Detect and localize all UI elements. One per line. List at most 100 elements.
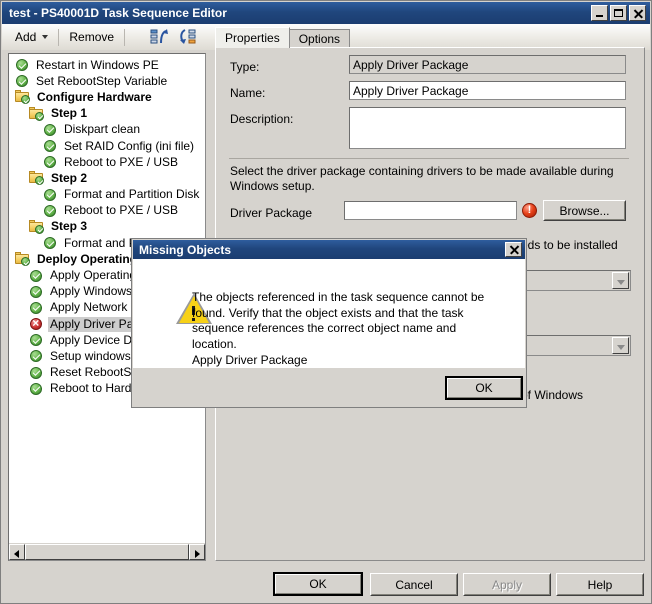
chevron-down-icon[interactable]	[612, 272, 629, 289]
dialog-body: The objects referenced in the task seque…	[133, 259, 525, 368]
window-title: test - PS40001D Task Sequence Editor	[9, 6, 227, 20]
title-bar: test - PS40001D Task Sequence Editor	[2, 2, 650, 24]
check-icon	[43, 188, 58, 202]
tree-item[interactable]: Set RAID Config (ini file)	[13, 138, 205, 154]
tab-strip: Properties Options	[215, 27, 351, 48]
folder-icon	[15, 90, 31, 105]
maximize-button[interactable]	[610, 5, 627, 21]
remove-button-label: Remove	[69, 30, 115, 44]
tree-item-label: Diskpart clean	[64, 122, 141, 137]
ok-button[interactable]: OK	[273, 572, 363, 596]
platform-combo-1[interactable]	[512, 270, 631, 291]
apply-button-label: Apply	[491, 577, 523, 592]
check-icon	[43, 139, 58, 153]
close-button[interactable]	[629, 5, 646, 21]
check-icon	[43, 123, 58, 137]
folder-icon	[29, 106, 45, 121]
tree-item[interactable]: Configure Hardware	[13, 89, 205, 105]
check-icon	[29, 333, 44, 347]
tree-item[interactable]: Diskpart clean	[13, 122, 205, 138]
apply-button: Apply	[463, 573, 551, 596]
scrollbar-track[interactable]	[25, 544, 189, 560]
reorder-group	[150, 28, 197, 46]
dialog-ok-label: OK	[475, 381, 493, 395]
chevron-down-icon	[42, 35, 49, 39]
tab-properties-label: Properties	[225, 31, 280, 45]
check-icon	[43, 204, 58, 218]
check-icon	[29, 382, 44, 396]
scroll-left-arrow-icon[interactable]	[9, 544, 25, 560]
check-icon	[29, 349, 44, 363]
dialog-footer: OK	[133, 368, 525, 406]
remove-button[interactable]: Remove	[63, 27, 120, 47]
check-icon	[15, 58, 30, 72]
tree-item[interactable]: Restart in Windows PE	[13, 57, 205, 73]
occluded-text-installed: eds to be installed	[521, 238, 618, 252]
toolbar-separator-2	[124, 28, 126, 46]
task-sequence-editor-window: test - PS40001D Task Sequence Editor Add…	[0, 0, 652, 604]
tab-options[interactable]: Options	[288, 29, 351, 48]
tree-item-label: Reboot to PXE / USB	[64, 203, 179, 218]
tree-item[interactable]: Format and Partition Disk	[13, 187, 205, 203]
scrollbar-thumb[interactable]	[25, 544, 189, 560]
error-x-icon	[29, 316, 44, 331]
window-controls	[591, 5, 646, 21]
description-field[interactable]	[349, 107, 626, 149]
tab-options-label: Options	[298, 32, 341, 46]
tree-item-label: Set RebootStep Variable	[36, 73, 168, 88]
browse-button[interactable]: Browse...	[543, 200, 626, 221]
move-up-icon[interactable]	[150, 28, 170, 46]
check-icon	[43, 155, 58, 169]
name-field[interactable]	[349, 81, 626, 100]
tree-item[interactable]: Reboot to PXE / USB	[13, 203, 205, 219]
error-icon	[522, 203, 537, 218]
folder-icon	[15, 252, 31, 267]
dialog-close-button[interactable]	[505, 242, 522, 257]
tree-item-label: Restart in Windows PE	[36, 57, 159, 72]
toolbar-separator-1	[58, 28, 60, 46]
dialog-ok-button[interactable]: OK	[445, 376, 523, 400]
name-label: Name:	[230, 86, 266, 100]
dialog-title: Missing Objects	[139, 242, 232, 257]
check-icon	[29, 301, 44, 315]
tree-item[interactable]: Set RebootStep Variable	[13, 73, 205, 89]
move-down-icon[interactable]	[177, 28, 197, 46]
chevron-down-icon[interactable]	[612, 337, 629, 354]
occluded-text-windows: of Windows	[521, 388, 584, 402]
tree-item[interactable]: Reboot to PXE / USB	[13, 154, 205, 170]
tree-item-label: Step 1	[51, 106, 88, 121]
add-button[interactable]: Add	[9, 27, 54, 47]
description-label: Description:	[230, 112, 294, 126]
tree-item[interactable]: Step 2	[13, 170, 205, 186]
tree-item-label: Format and Partition Disk	[64, 187, 200, 202]
browse-button-label: Browse...	[559, 203, 610, 218]
dialog-object-name: Apply Driver Package	[192, 353, 308, 367]
tree-item[interactable]: Step 1	[13, 106, 205, 122]
driver-package-label: Driver Package	[230, 206, 313, 220]
type-label: Type:	[230, 60, 260, 74]
add-button-label: Add	[15, 30, 37, 44]
check-icon	[29, 269, 44, 283]
dialog-title-bar: Missing Objects	[133, 240, 525, 259]
driver-package-field[interactable]	[344, 201, 517, 220]
scroll-right-arrow-icon[interactable]	[189, 544, 205, 560]
dialog-message: The objects referenced in the task seque…	[192, 290, 485, 351]
platform-combo-2[interactable]	[512, 335, 631, 356]
help-button[interactable]: Help	[556, 573, 644, 596]
check-icon	[15, 74, 30, 88]
tree-item-label: Set RAID Config (ini file)	[64, 138, 195, 153]
folder-icon	[29, 171, 45, 186]
tree-item-label: Step 3	[51, 219, 88, 234]
check-icon	[29, 366, 44, 380]
tab-properties[interactable]: Properties	[215, 27, 290, 48]
folder-icon	[29, 219, 45, 234]
tree-horizontal-scrollbar[interactable]	[9, 543, 205, 560]
check-icon	[43, 236, 58, 250]
minimize-button[interactable]	[591, 5, 608, 21]
instruction-text: Select the driver package containing dri…	[230, 164, 614, 193]
cancel-button[interactable]: Cancel	[370, 573, 458, 596]
tree-item-label: Configure Hardware	[37, 89, 152, 104]
tree-item[interactable]: Step 3	[13, 219, 205, 235]
cancel-button-label: Cancel	[395, 577, 433, 592]
section-divider	[229, 158, 629, 159]
